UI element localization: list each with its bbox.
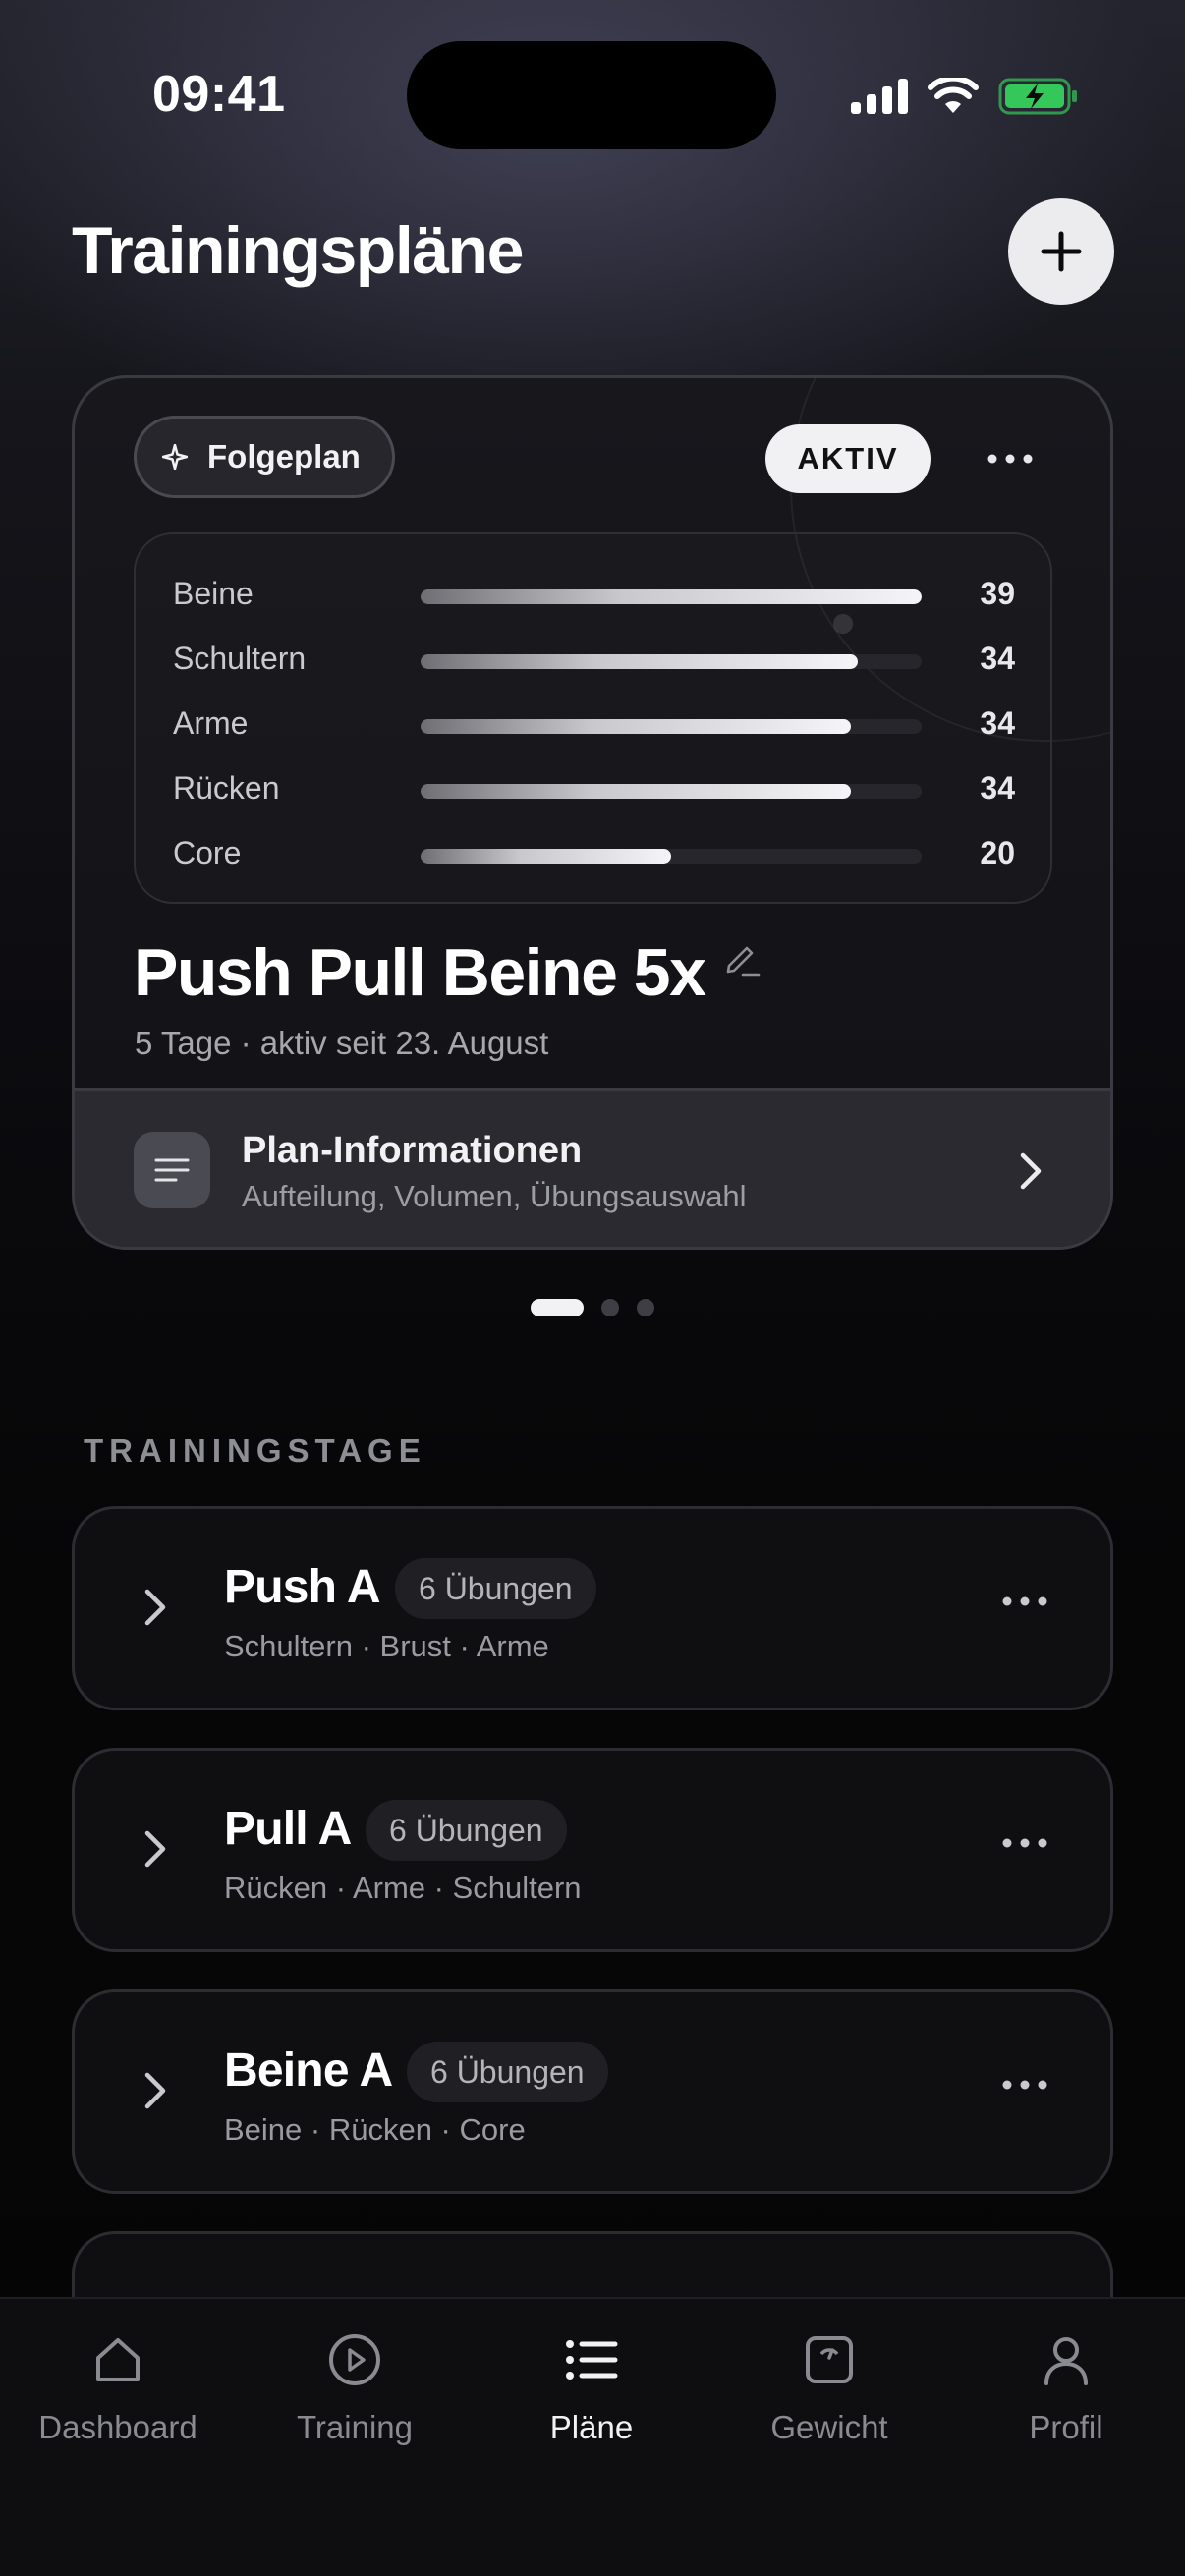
list-icon xyxy=(564,2328,619,2391)
pencil-icon xyxy=(726,946,761,977)
battery-charging-icon xyxy=(998,78,1077,115)
training-day-muscles: Rücken · Arme · Schultern xyxy=(224,1871,582,1905)
chevron-right-icon xyxy=(143,1829,167,1874)
training-day-card[interactable]: Beine A 6 Übungen Beine · Rücken · Core xyxy=(72,1989,1113,2194)
muscle-volume-panel: Beine 39 Schultern 34 Arme 34 Rücken 34 … xyxy=(134,532,1052,904)
plan-info-title: Plan-Informationen xyxy=(242,1130,583,1171)
tab-dashboard[interactable]: Dashboard xyxy=(10,2328,226,2456)
exercise-count-badge: 6 Übungen xyxy=(407,2042,608,2102)
muscle-bar-fill xyxy=(421,589,922,604)
muscle-bar-track xyxy=(421,719,922,734)
plan-info-subtitle: Aufteilung, Volumen, Übungsauswahl xyxy=(242,1179,747,1213)
tab-label: Pläne xyxy=(549,2409,634,2445)
document-lines-icon xyxy=(134,1132,210,1208)
plan-name: Push Pull Beine 5x xyxy=(134,935,706,1010)
house-icon xyxy=(90,2328,145,2391)
tab-label: Dashboard xyxy=(38,2409,198,2445)
muscle-value: 20 xyxy=(980,835,1015,870)
person-icon xyxy=(1039,2328,1094,2391)
tab-label: Profil xyxy=(1029,2409,1103,2445)
muscle-name: Arme xyxy=(173,705,249,741)
muscle-row: Beine 39 xyxy=(136,570,1050,619)
training-day-card[interactable]: Pull A 6 Übungen Rücken · Arme · Schulte… xyxy=(72,1748,1113,1952)
chevron-right-icon xyxy=(1018,1151,1044,1196)
status-time: 09:41 xyxy=(152,66,286,123)
muscle-value: 34 xyxy=(980,770,1015,806)
tab-label: Gewicht xyxy=(770,2409,888,2445)
muscle-name: Rücken xyxy=(173,770,280,806)
muscle-name: Schultern xyxy=(173,641,307,676)
status-badge: AKTIV xyxy=(765,424,931,493)
scale-icon xyxy=(802,2328,857,2391)
muscle-bar-fill xyxy=(421,654,858,669)
plan-subtitle: 5 Tage · aktiv seit 23. August xyxy=(135,1025,549,1061)
muscle-bar-fill xyxy=(421,849,671,864)
muscle-row: Rücken 34 xyxy=(136,764,1050,813)
page-indicator[interactable] xyxy=(531,1299,654,1316)
more-horizontal-icon xyxy=(988,454,1033,464)
folgeplan-label: Folgeplan xyxy=(207,438,361,475)
page-dot[interactable] xyxy=(637,1299,654,1316)
page-dot[interactable] xyxy=(601,1299,619,1316)
training-day-title: Pull A xyxy=(224,1803,352,1855)
muscle-value: 34 xyxy=(980,705,1015,741)
tab-gewicht[interactable]: Gewicht xyxy=(721,2328,937,2456)
training-day-muscles: Beine · Rücken · Core xyxy=(224,2112,526,2147)
screen: 09:41 Trainingspläne Folgeplan AKTIV Bei… xyxy=(0,0,1185,2576)
cellular-signal-icon xyxy=(851,79,908,114)
muscle-name: Beine xyxy=(173,576,254,611)
muscle-row: Core 20 xyxy=(136,829,1050,878)
more-horizontal-icon[interactable] xyxy=(1002,1594,1047,1611)
plan-info-row[interactable]: Plan-Informationen Aufteilung, Volumen, … xyxy=(75,1088,1110,1247)
training-day-title: Beine A xyxy=(224,2044,393,2097)
more-horizontal-icon[interactable] xyxy=(1002,1835,1047,1853)
dynamic-island xyxy=(407,41,776,149)
plan-more-button[interactable] xyxy=(971,429,1049,488)
muscle-bar-track xyxy=(421,784,922,799)
exercise-count-badge: 6 Übungen xyxy=(395,1558,596,1619)
training-day-title: Push A xyxy=(224,1561,381,1613)
status-icons xyxy=(851,77,1079,116)
chevron-right-icon xyxy=(143,1588,167,1632)
add-plan-button[interactable] xyxy=(1008,198,1114,305)
plus-icon xyxy=(1041,231,1082,272)
page-title: Trainingspläne xyxy=(72,213,524,288)
wifi-icon xyxy=(928,78,979,113)
edit-plan-name-button[interactable] xyxy=(721,936,762,982)
muscle-row: Schultern 34 xyxy=(136,635,1050,684)
play-circle-icon xyxy=(327,2328,382,2391)
muscle-value: 34 xyxy=(980,641,1015,676)
tab-bar: Dashboard Training Pläne Gewicht Profil xyxy=(0,2297,1185,2576)
muscle-name: Core xyxy=(173,835,242,870)
tab-profil[interactable]: Profil xyxy=(958,2328,1174,2456)
exercise-count-badge: 6 Übungen xyxy=(366,1800,567,1861)
tab-plaene[interactable]: Pläne xyxy=(483,2328,700,2456)
training-day-card[interactable]: Push A 6 Übungen Schultern · Brust · Arm… xyxy=(72,1506,1113,1710)
training-day-muscles: Schultern · Brust · Arme xyxy=(224,1629,549,1663)
muscle-bar-track xyxy=(421,654,922,669)
more-horizontal-icon[interactable] xyxy=(1002,2077,1047,2095)
muscle-bar-fill xyxy=(421,719,851,734)
muscle-row: Arme 34 xyxy=(136,700,1050,749)
muscle-bar-fill xyxy=(421,784,851,799)
tab-label: Training xyxy=(297,2409,413,2445)
folgeplan-tag[interactable]: Folgeplan xyxy=(134,416,395,498)
chevron-right-icon xyxy=(143,2071,167,2115)
section-title: TRAININGSTAGE xyxy=(84,1432,426,1469)
tab-training[interactable]: Training xyxy=(247,2328,463,2456)
muscle-value: 39 xyxy=(980,576,1015,611)
page-dot-active[interactable] xyxy=(531,1299,584,1316)
plan-card[interactable]: Folgeplan AKTIV Beine 39 Schultern 34 Ar… xyxy=(72,375,1113,1250)
muscle-bar-track xyxy=(421,589,922,604)
muscle-bar-track xyxy=(421,849,922,864)
sparkle-icon xyxy=(162,444,188,470)
